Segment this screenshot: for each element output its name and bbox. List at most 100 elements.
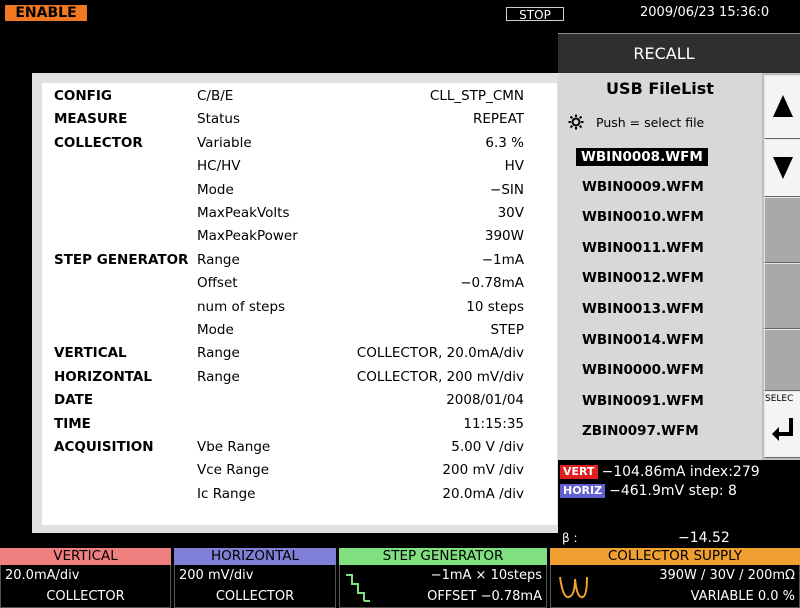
config-param: Range	[197, 345, 240, 362]
file-item[interactable]: WBIN0000.WFM	[582, 362, 704, 378]
step-generator-tab-title: STEP GENERATOR	[339, 548, 547, 565]
config-value: 30V	[497, 205, 524, 221]
config-value: −0.78mA	[460, 275, 524, 292]
horiz-readout: HORIZ −461.9mV step: 8	[560, 483, 737, 499]
file-item[interactable]: WBIN0091.WFM	[582, 393, 704, 409]
file-item[interactable]: WBIN0009.WFM	[582, 179, 704, 195]
horiz-tag: HORIZ	[560, 484, 606, 498]
config-value: 2008/01/04	[446, 392, 524, 409]
stop-status: STOP	[506, 7, 564, 22]
config-row: num of steps 10 steps	[42, 296, 557, 319]
config-value: −1mA	[481, 251, 524, 268]
horizontal-scale: 200 mV/div	[179, 568, 254, 583]
triangle-down-icon	[773, 157, 793, 179]
config-row: ACQUISITION Vbe Range 5.00 V /div	[42, 436, 557, 459]
file-item[interactable]: WBIN0013.WFM	[582, 301, 704, 317]
config-label: ACQUISITION	[54, 439, 154, 455]
config-value: 5.00 V /div	[451, 439, 524, 455]
top-status-bar: ENABLE STOP 2009/06/23 15:36:0	[0, 0, 800, 22]
file-item[interactable]: WBIN0014.WFM	[582, 332, 704, 348]
step-range: −1mA × 10steps	[430, 568, 542, 583]
config-value: 10 steps	[466, 298, 524, 315]
step-generator-tab[interactable]: STEP GENERATOR −1mA × 10steps OFFSET −0.…	[339, 548, 547, 608]
vertical-source: COLLECTOR	[46, 589, 125, 604]
config-param: Vce Range	[197, 462, 270, 479]
vertical-tab-body: 20.0mA/div COLLECTOR	[0, 565, 171, 608]
config-param: MaxPeakVolts	[197, 205, 290, 221]
softkey-4[interactable]	[764, 263, 800, 329]
horizontal-tab-title: HORIZONTAL	[174, 548, 336, 565]
config-param: Offset	[197, 275, 238, 292]
config-row: Mode −SIN	[42, 179, 557, 202]
config-value: 11:15:35	[463, 415, 524, 432]
scroll-down-button[interactable]	[764, 139, 800, 197]
file-item[interactable]: WBIN0012.WFM	[582, 270, 704, 286]
config-table: CONFIG C/B/E CLL_STP_CMN MEASURE Status REPEA…	[42, 83, 557, 525]
config-value: −SIN	[490, 181, 524, 198]
config-label: DATE	[54, 392, 94, 409]
config-row: Ic Range 20.0mA /div	[42, 483, 557, 506]
config-param: Ic Range	[197, 485, 256, 502]
recall-menu-title: RECALL	[558, 33, 800, 73]
config-value: STEP	[490, 322, 525, 338]
config-value: 390W	[484, 228, 524, 245]
select-hint-text: Push = select file	[596, 115, 705, 130]
config-param: Mode	[197, 322, 234, 338]
config-value: 200 mV /div	[442, 462, 524, 479]
file-item[interactable]: ZBIN0097.WFM	[582, 423, 699, 439]
config-row: MaxPeakVolts 30V	[42, 202, 557, 225]
softkey-3[interactable]	[764, 197, 800, 263]
config-label: CONFIG	[54, 88, 113, 104]
select-label: SELEC	[765, 394, 794, 404]
config-param: Variable	[197, 134, 252, 151]
select-button[interactable]: SELEC	[764, 391, 800, 458]
scroll-up-button[interactable]	[764, 75, 800, 139]
config-row: HC/HV HV	[42, 155, 557, 178]
config-row: STEP GENERATOR Range −1mA	[42, 249, 557, 272]
config-value: 6.3 %	[485, 134, 524, 151]
knob-icon	[568, 114, 584, 130]
config-row: CONFIG C/B/E CLL_STP_CMN	[42, 85, 557, 108]
vert-readout: VERT −104.86mA index:279	[560, 464, 760, 480]
beta-value: −14.52	[678, 530, 730, 546]
horizontal-tab[interactable]: HORIZONTAL 200 mV/div COLLECTOR	[174, 548, 336, 608]
config-label: COLLECTOR	[54, 134, 143, 151]
config-param: Vbe Range	[197, 439, 271, 455]
config-row: TIME 11:15:35	[42, 413, 557, 436]
collector-supply-tab-title: COLLECTOR SUPPLY	[550, 548, 800, 565]
usb-file-list[interactable]: USB FileList Push = select file WBIN0008…	[558, 73, 762, 460]
config-param: HC/HV	[197, 158, 241, 175]
collector-limits: 390W / 30V / 200mΩ	[659, 568, 795, 583]
collector-supply-tab[interactable]: COLLECTOR SUPPLY 390W / 30V / 200mΩ VARI…	[550, 548, 800, 608]
config-param: Range	[197, 368, 240, 385]
file-item[interactable]: WBIN0011.WFM	[582, 240, 704, 256]
config-value: REPEAT	[472, 111, 524, 128]
config-label: TIME	[54, 415, 91, 432]
file-item-selected[interactable]: WBIN0008.WFM	[576, 148, 708, 166]
step-offset: OFFSET −0.78mA	[427, 589, 542, 604]
step-waveform-icon	[346, 574, 370, 602]
collector-variable: VARIABLE 0.0 %	[690, 589, 795, 604]
config-label: MEASURE	[54, 111, 128, 128]
sine-waveform-icon	[559, 576, 588, 599]
config-value: COLLECTOR, 200 mV/div	[356, 368, 524, 385]
file-item[interactable]: WBIN0010.WFM	[582, 209, 704, 225]
config-label: HORIZONTAL	[54, 368, 152, 385]
vertical-scale: 20.0mA/div	[5, 568, 80, 583]
config-value: 20.0mA /div	[442, 485, 524, 502]
config-row: MEASURE Status REPEAT	[42, 108, 557, 131]
config-value: COLLECTOR, 20.0mA/div	[356, 345, 524, 362]
file-list-title: USB FileList	[606, 79, 714, 98]
config-row: COLLECTOR Variable 6.3 %	[42, 132, 557, 155]
vertical-tab[interactable]: VERTICAL 20.0mA/div COLLECTOR	[0, 548, 171, 608]
config-info-panel: CONFIG C/B/E CLL_STP_CMN MEASURE Status REPEA…	[32, 73, 558, 533]
config-row: VERTICAL Range COLLECTOR, 20.0mA/div	[42, 342, 557, 365]
config-param: MaxPeakPower	[197, 228, 298, 245]
config-row: HORIZONTAL Range COLLECTOR, 200 mV/div	[42, 366, 557, 389]
config-value: CLL_STP_CMN	[429, 88, 524, 104]
horiz-value: −461.9mV step: 8	[609, 483, 737, 499]
softkey-5[interactable]	[764, 329, 800, 391]
config-row: Vce Range 200 mV /div	[42, 459, 557, 482]
config-row: DATE 2008/01/04	[42, 389, 557, 412]
config-value: HV	[504, 158, 524, 175]
